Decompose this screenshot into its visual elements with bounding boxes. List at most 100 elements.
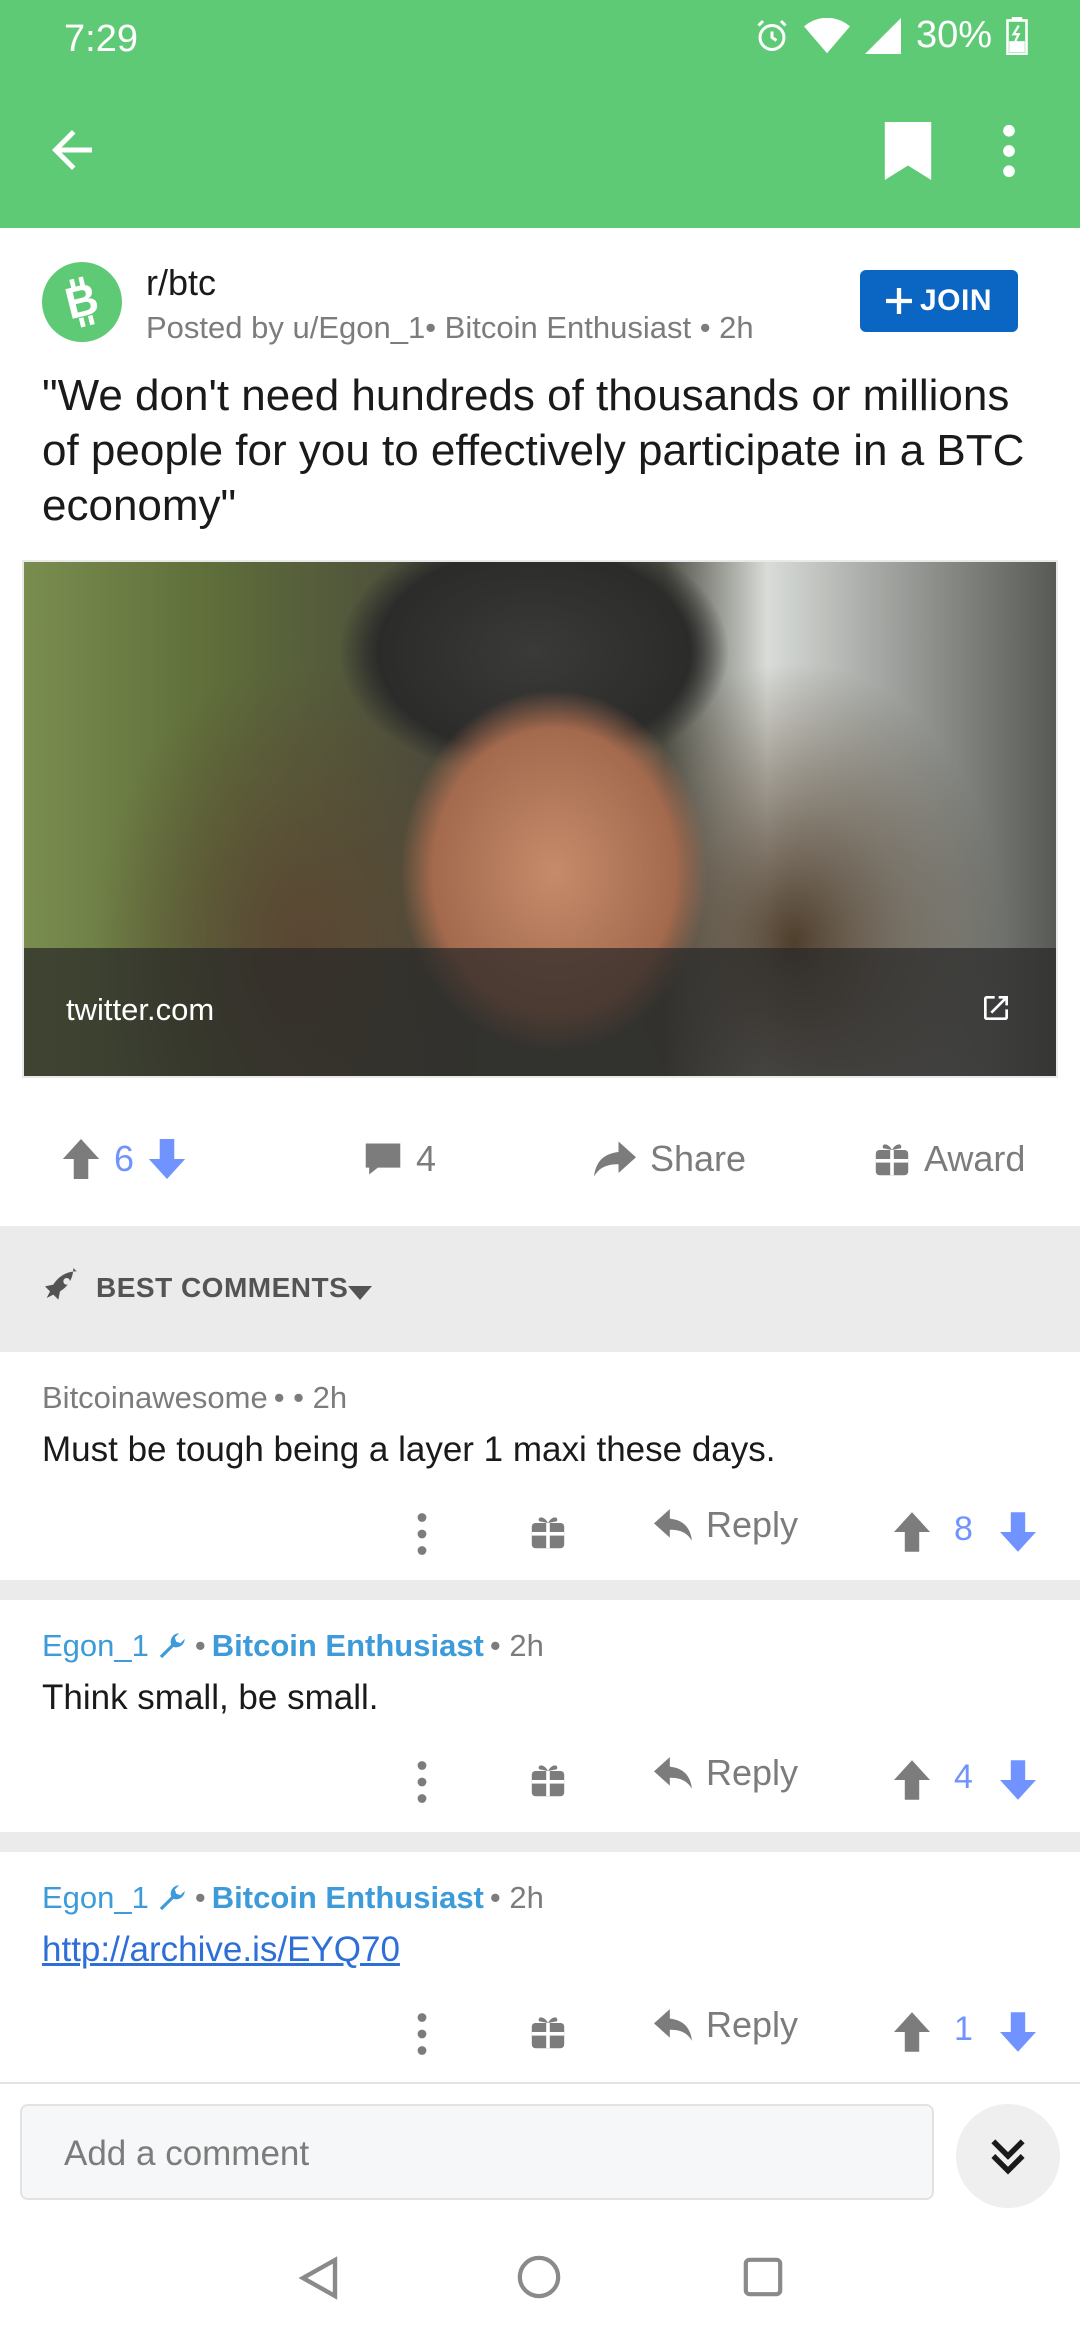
post-vote-group: 6 <box>62 1138 186 1180</box>
bitcoin-cash-icon: B <box>60 274 103 329</box>
comments-sort-bar[interactable]: BEST COMMENTS <box>0 1226 1080 1352</box>
status-time: 7:29 <box>64 18 138 60</box>
comment-age: • 2h <box>489 1880 544 1915</box>
downvote-icon[interactable] <box>1000 1760 1036 1800</box>
comment-score: 8 <box>954 1510 973 1548</box>
comment-composer-bar: Add a comment <box>0 2082 1080 2210</box>
subreddit-name[interactable]: r/btc <box>146 262 216 304</box>
nav-home-icon[interactable] <box>516 2254 562 2300</box>
signal-icon <box>864 17 901 54</box>
user-flair: Bitcoin Enthusiast <box>211 1628 484 1663</box>
gift-icon[interactable] <box>530 1514 566 1550</box>
upvote-icon[interactable] <box>894 2012 930 2052</box>
reply-icon <box>654 1757 692 1789</box>
gift-icon <box>875 1144 909 1176</box>
reply-icon <box>654 2009 692 2041</box>
nav-back-icon[interactable] <box>298 2256 340 2300</box>
gift-icon[interactable] <box>530 2014 566 2050</box>
comment-meta: Egon_1 • Bitcoin Enthusiast • 2h <box>42 1880 544 1916</box>
comment-divider <box>0 1832 1080 1852</box>
comment-author[interactable]: Egon_1 <box>42 1628 149 1664</box>
post-title[interactable]: "We don't need hundreds of thousands or … <box>42 368 1032 533</box>
post-meta: Posted by u/Egon_1• Bitcoin Enthusiast •… <box>146 310 754 345</box>
comment: Egon_1 • Bitcoin Enthusiast • 2h http://… <box>0 1852 1080 2082</box>
comment-score: 1 <box>954 2010 973 2048</box>
more-vert-icon <box>1003 124 1015 178</box>
post-score: 6 <box>114 1138 135 1179</box>
add-comment-input[interactable]: Add a comment <box>20 2104 934 2200</box>
wifi-icon <box>803 17 850 53</box>
share-icon <box>594 1141 636 1177</box>
award-button[interactable]: Award <box>874 1138 1025 1180</box>
link-domain: twitter.com <box>66 992 215 1027</box>
downvote-icon[interactable] <box>148 1139 186 1179</box>
reply-button[interactable]: Reply <box>654 2004 798 2046</box>
comment: Egon_1 • Bitcoin Enthusiast • 2h Think s… <box>0 1600 1080 1830</box>
scroll-down-button[interactable] <box>956 2104 1060 2208</box>
status-icons: 30% <box>754 14 1028 57</box>
battery-charging-icon <box>1006 16 1028 55</box>
reply-label: Reply <box>706 1504 799 1545</box>
wrench-icon <box>159 1633 185 1659</box>
upvote-icon[interactable] <box>894 1760 930 1800</box>
preview-caption-bar: twitter.com <box>24 948 1056 1076</box>
user-flair: Bitcoin Enthusiast <box>211 1880 484 1915</box>
app-top-bar: 7:29 30% <box>0 0 1080 228</box>
more-options-button[interactable] <box>1002 124 1042 184</box>
comments-count: 4 <box>416 1138 437 1179</box>
alarm-icon <box>757 19 787 51</box>
share-label: Share <box>650 1138 747 1179</box>
chevron-down-icon <box>348 1286 372 1300</box>
reply-button[interactable]: Reply <box>654 1504 798 1546</box>
join-label: JOIN <box>919 284 993 317</box>
subreddit-avatar[interactable]: B <box>42 262 122 342</box>
comment: Bitcoinawesome • • 2h Must be tough bein… <box>0 1352 1080 1578</box>
share-button[interactable]: Share <box>594 1138 746 1180</box>
upvote-icon[interactable] <box>62 1139 100 1179</box>
award-label: Award <box>924 1138 1026 1179</box>
comment-age: • • 2h <box>273 1380 348 1415</box>
external-link-icon <box>984 996 1008 1020</box>
wrench-icon <box>159 1885 185 1911</box>
plus-icon <box>885 288 912 314</box>
comment-actions: Reply 4 <box>0 1748 1080 1818</box>
upvote-icon[interactable] <box>894 1512 930 1552</box>
comment-link[interactable]: http://archive.is/EYQ70 <box>42 1930 400 1969</box>
comment-author[interactable]: Bitcoinawesome <box>42 1380 268 1416</box>
bookmark-button[interactable] <box>884 122 940 182</box>
comment-author[interactable]: Egon_1 <box>42 1880 149 1916</box>
downvote-icon[interactable] <box>1000 2012 1036 2052</box>
arrow-left-icon <box>52 130 92 170</box>
comment-meta: Bitcoinawesome • • 2h <box>42 1380 347 1416</box>
more-vert-icon[interactable] <box>414 1512 430 1556</box>
bookmark-icon <box>884 122 932 180</box>
reply-label: Reply <box>706 2004 799 2045</box>
comment-actions: Reply 8 <box>0 1500 1080 1570</box>
rocket-icon <box>45 1268 77 1300</box>
comment-age: • 2h <box>489 1628 544 1663</box>
back-button[interactable] <box>42 120 102 180</box>
dot-separator: • <box>194 1628 206 1663</box>
reply-button[interactable]: Reply <box>654 1752 798 1794</box>
comment-meta: Egon_1 • Bitcoin Enthusiast • 2h <box>42 1628 544 1664</box>
gift-icon[interactable] <box>530 1762 566 1798</box>
comment-body: Think small, be small. <box>42 1678 379 1717</box>
double-chevron-down-icon <box>991 2139 1025 2175</box>
sort-label: BEST COMMENTS <box>96 1272 349 1303</box>
downvote-icon[interactable] <box>1000 1512 1036 1552</box>
reply-icon <box>654 1509 692 1541</box>
comment-actions: Reply 1 <box>0 2000 1080 2070</box>
system-nav-bar <box>0 2210 1080 2340</box>
battery-percent: 30% <box>915 14 992 56</box>
more-vert-icon[interactable] <box>414 1760 430 1804</box>
comment-icon <box>365 1143 401 1175</box>
join-button[interactable]: JOIN <box>860 270 1018 332</box>
nav-recents-icon[interactable] <box>742 2256 784 2298</box>
link-preview[interactable]: twitter.com <box>22 560 1058 1078</box>
more-vert-icon[interactable] <box>414 2012 430 2056</box>
comments-button[interactable]: 4 <box>364 1138 436 1180</box>
reply-label: Reply <box>706 1752 799 1793</box>
comment-body: Must be tough being a layer 1 maxi these… <box>42 1430 776 1469</box>
post-action-bar: 6 4 Share Award <box>0 1112 1080 1212</box>
dot-separator: • <box>194 1880 206 1915</box>
